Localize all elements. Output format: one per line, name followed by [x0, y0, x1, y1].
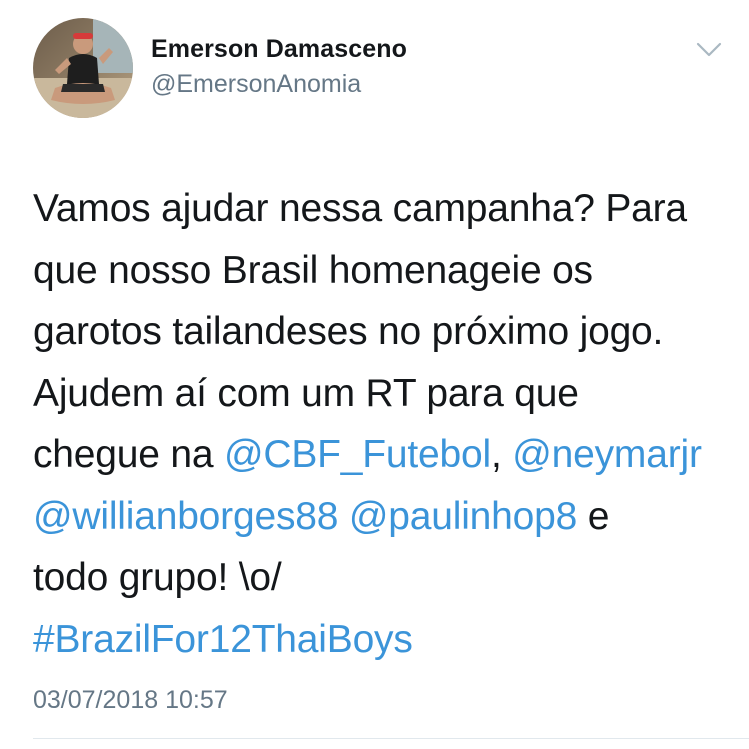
mention-link-neymar[interactable]: @neymarjr — [512, 433, 702, 476]
user-names[interactable]: Emerson Damasceno @EmersonAnomia — [151, 34, 407, 99]
mention-link-cbf[interactable]: @CBF_Futebol — [224, 433, 491, 476]
mention-link-willian[interactable]: @willianborges88 — [33, 495, 338, 538]
tweet-text-fragment — [338, 495, 349, 538]
tweet-line: que nosso Brasil homenageie os — [33, 248, 593, 292]
tweet-text-fragment: , — [490, 433, 513, 476]
tweet-line: garotos tailandeses no próximo jogo. — [33, 310, 664, 353]
tweet-header: Emerson Damasceno @EmersonAnomia — [0, 0, 749, 140]
tweet-text-fragment: e — [577, 494, 610, 538]
tweet-text-fragment: chegue na — [33, 433, 225, 476]
tweet-line: Vamos ajudar nessa campanha? Para — [33, 187, 687, 230]
avatar-photo — [33, 18, 133, 118]
tweet-line: #BrazilFor12ThaiBoys — [33, 609, 723, 671]
tweet-line: Ajudem aí com um RT para que — [33, 371, 579, 415]
tweet-line: todo grupo! \o/ — [33, 556, 282, 599]
tweet-timestamp[interactable]: 03/07/2018 10:57 — [33, 685, 228, 715]
avatar[interactable] — [33, 18, 133, 118]
mention-link-paulinho[interactable]: @paulinhop8 — [349, 495, 577, 538]
divider — [33, 738, 749, 739]
tweet-line: @willianborges88 @paulinhop8 e — [33, 486, 723, 548]
tweet-text: Vamos ajudar nessa campanha? Para que no… — [33, 178, 723, 670]
tweet-line: chegue na @CBF_Futebol, @neymarjr — [33, 424, 723, 486]
hashtag-link[interactable]: #BrazilFor12ThaiBoys — [33, 618, 413, 661]
user-handle[interactable]: @EmersonAnomia — [151, 69, 407, 99]
display-name[interactable]: Emerson Damasceno — [151, 34, 407, 64]
chevron-down-icon[interactable] — [694, 38, 724, 62]
